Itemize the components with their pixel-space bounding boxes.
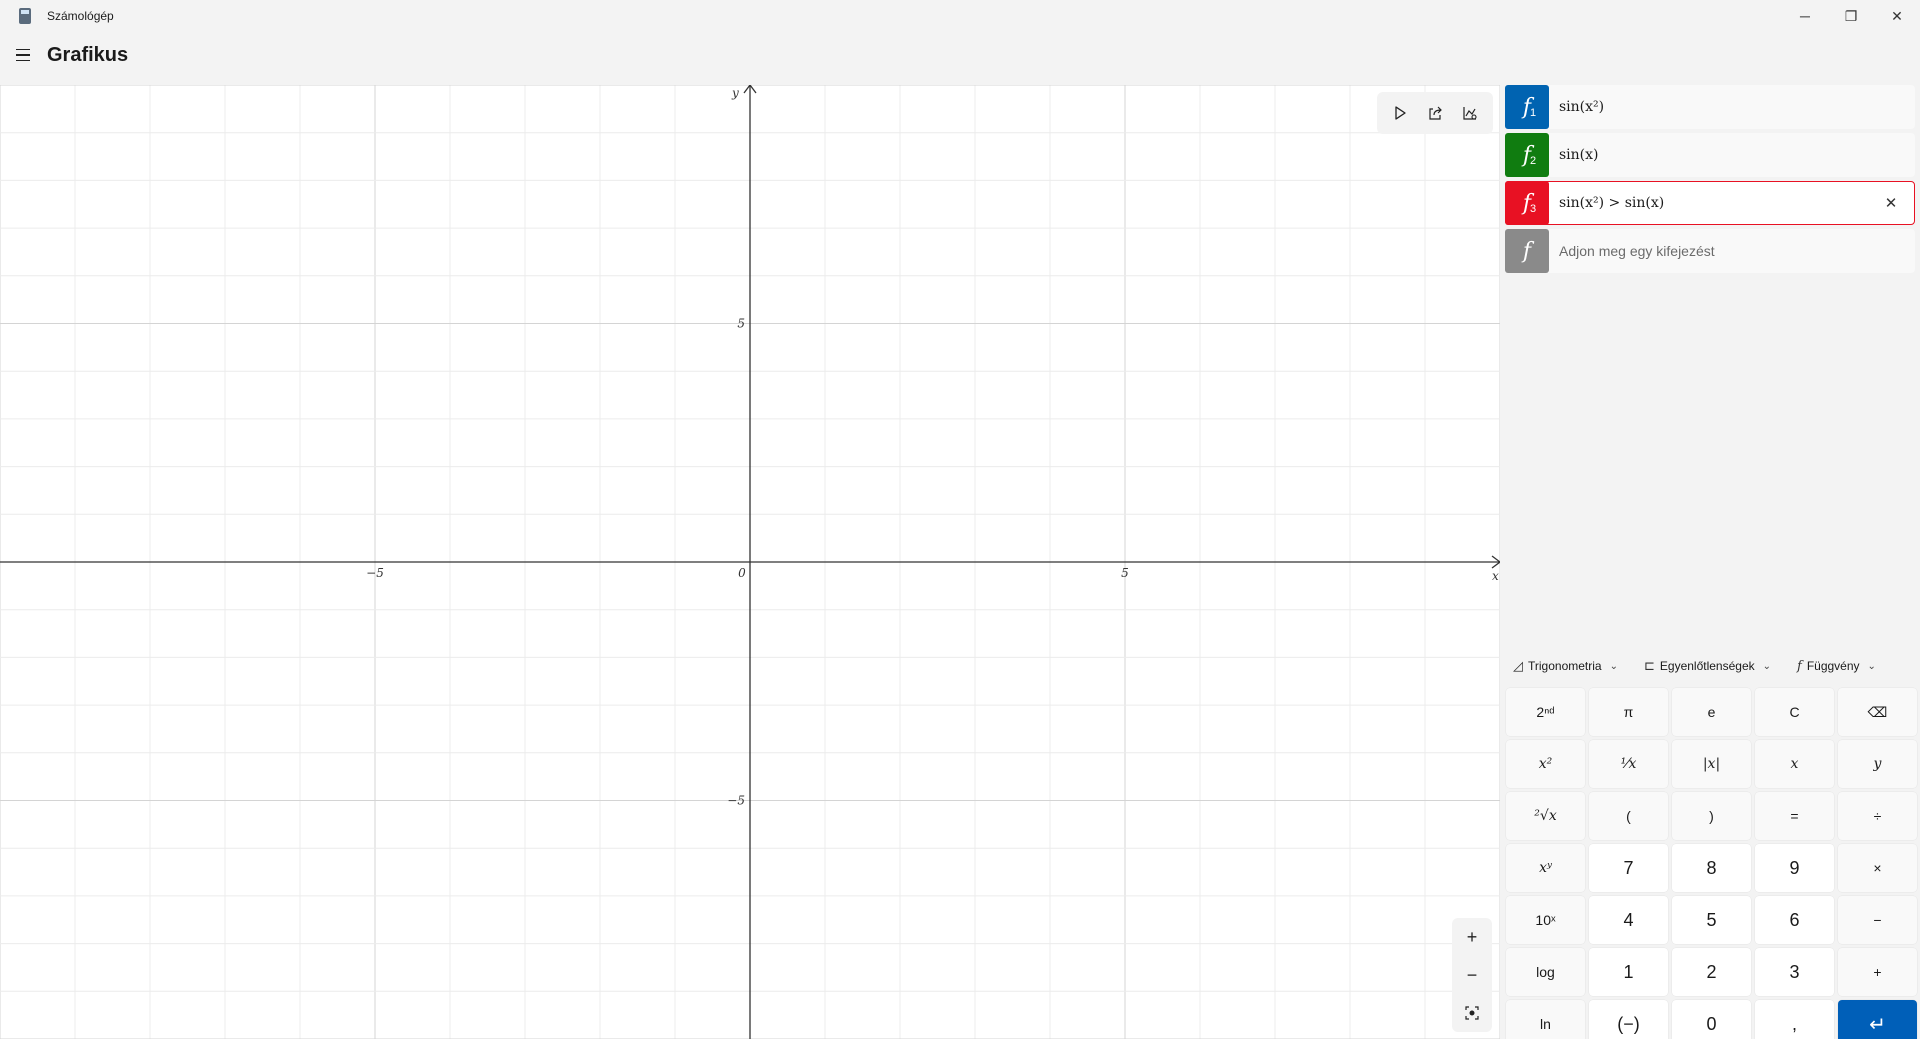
graph-plot[interactable]: x y −5 0 5 5 −5 [0,85,1500,1039]
function-expression-3[interactable]: sin(x²) > sin(x) [1559,195,1664,211]
digit-6-key[interactable]: 6 [1755,896,1834,944]
x-axis-arrow [1491,555,1500,563]
y-axis-arrow [743,85,751,94]
page-title: Grafikus [47,44,129,66]
chevron-down-icon: ⌄ [1609,660,1618,672]
close-button[interactable]: ✕ [1874,0,1920,32]
function-expression-2[interactable]: sin(x) [1559,147,1599,163]
clear-expression-icon[interactable]: ✕ [1882,194,1900,212]
digit-4-key[interactable]: 4 [1589,896,1668,944]
root-key[interactable]: ²√x [1506,792,1585,840]
function-badge-1[interactable]: f 1 [1505,85,1549,129]
open-paren-key[interactable]: ( [1589,792,1668,840]
inequality-icon: ⊏ [1643,658,1655,673]
digit-9-key[interactable]: 9 [1755,844,1834,892]
triangle-icon: ◿ [1513,658,1523,673]
y-axis-label: y [731,86,739,100]
multiply-key[interactable]: × [1838,844,1917,892]
second-key[interactable]: 2ⁿᵈ [1506,688,1585,736]
graph-canvas[interactable]: x y −5 0 5 5 −5 [0,85,1500,1039]
keypad-category-row: ◿ Trigonometria ⌄ ⊏ Egyenlőtlenségek ⌄ f… [1505,652,1915,680]
calculator-app-icon [19,8,31,24]
zoom-out-button[interactable]: − [1454,958,1490,992]
pi-key[interactable]: π [1589,688,1668,736]
title-bar: Számológép ─ ❐ ✕ [0,0,1920,32]
digit-7-key[interactable]: 7 [1589,844,1668,892]
x-tick-label: 0 [738,566,746,580]
function-row-2[interactable]: f 2 sin(x) [1505,133,1915,177]
trace-cursor-icon[interactable] [1384,97,1416,129]
function-row-3[interactable]: f 3 sin(x²) > sin(x) ✕ [1505,181,1915,225]
dropdown-label: Egyenlőtlenségek [1659,659,1755,673]
zoom-controls: + − [1452,918,1492,1032]
function-badge-new[interactable]: f [1505,229,1549,273]
function-letter: f [1522,238,1532,264]
y-variable-key[interactable]: y [1838,740,1917,788]
equals-key[interactable]: = [1755,792,1834,840]
digit-0-key[interactable]: 0 [1672,1000,1751,1039]
absolute-key[interactable]: |x| [1672,740,1751,788]
dropdown-label: Függvény [1806,659,1860,673]
chevron-down-icon: ⌄ [1867,660,1876,672]
power-key[interactable]: xʸ [1506,844,1585,892]
share-icon[interactable] [1419,97,1451,129]
inequalities-dropdown[interactable]: ⊏ Egyenlőtlenségek ⌄ [1644,658,1771,674]
function-index: 1 [1530,107,1537,119]
y-tick-label: −5 [727,794,745,808]
function-row-new[interactable]: f Adjon meg egy kifejezést [1505,229,1915,273]
x-tick-label: −5 [366,566,384,580]
minus-key[interactable]: − [1838,896,1917,944]
negate-key[interactable]: (−) [1589,1000,1668,1039]
graph-tick-labels: x y −5 0 5 5 −5 [366,86,1499,808]
graph-options-icon[interactable] [1454,97,1486,129]
log-key[interactable]: log [1506,948,1585,996]
minimize-button[interactable]: ─ [1782,0,1828,32]
divide-key[interactable]: ÷ [1838,792,1917,840]
chevron-down-icon: ⌄ [1762,660,1772,672]
graph-toolbar [1377,92,1493,134]
dropdown-label: Trigonometria [1528,659,1602,673]
expression-input[interactable]: Adjon meg egy kifejezést [1559,243,1715,259]
function-badge-3[interactable]: f 3 [1505,181,1549,225]
e-key[interactable]: e [1672,688,1751,736]
function-badge-2[interactable]: f 2 [1505,133,1549,177]
fit-view-icon[interactable] [1454,996,1490,1030]
y-axis-arrow [749,85,757,94]
enter-key[interactable]: ↵ [1838,1000,1917,1039]
decimal-separator-key[interactable]: , [1755,1000,1834,1039]
digit-5-key[interactable]: 5 [1672,896,1751,944]
backspace-key[interactable]: ⌫ [1838,688,1917,736]
function-expression-1[interactable]: sin(x²) [1559,99,1604,115]
window-title: Számológép [47,9,114,23]
y-tick-label: 5 [737,317,745,331]
function-index: 3 [1530,203,1537,215]
zoom-in-button[interactable]: + [1454,920,1490,954]
digit-1-key[interactable]: 1 [1589,948,1668,996]
digit-2-key[interactable]: 2 [1672,948,1751,996]
ten-power-key[interactable]: 10ˣ [1506,896,1585,944]
hamburger-menu-icon[interactable] [12,44,34,66]
x-axis-arrow [1491,561,1500,569]
square-key[interactable]: x² [1506,740,1585,788]
function-index: 2 [1530,155,1537,167]
function-row-1[interactable]: f 1 sin(x²) [1505,85,1915,129]
keypad: 2ⁿᵈ π e C ⌫ x² ¹⁄x |x| x y ²√x ( ) = ÷ x… [1506,688,1917,1039]
function-icon: f [1797,658,1802,674]
digit-8-key[interactable]: 8 [1672,844,1751,892]
x-variable-key[interactable]: x [1755,740,1834,788]
plus-key[interactable]: + [1838,948,1917,996]
trigonometry-dropdown[interactable]: ◿ Trigonometria ⌄ [1513,658,1618,674]
function-dropdown[interactable]: f Függvény ⌄ [1797,659,1876,674]
x-tick-label: 5 [1121,566,1129,580]
x-axis-label: x [1492,569,1499,583]
maximize-button[interactable]: ❐ [1828,0,1874,32]
ln-key[interactable]: ln [1506,1000,1585,1039]
digit-3-key[interactable]: 3 [1755,948,1834,996]
close-paren-key[interactable]: ) [1672,792,1751,840]
reciprocal-key[interactable]: ¹⁄x [1589,740,1668,788]
clear-key[interactable]: C [1755,688,1834,736]
